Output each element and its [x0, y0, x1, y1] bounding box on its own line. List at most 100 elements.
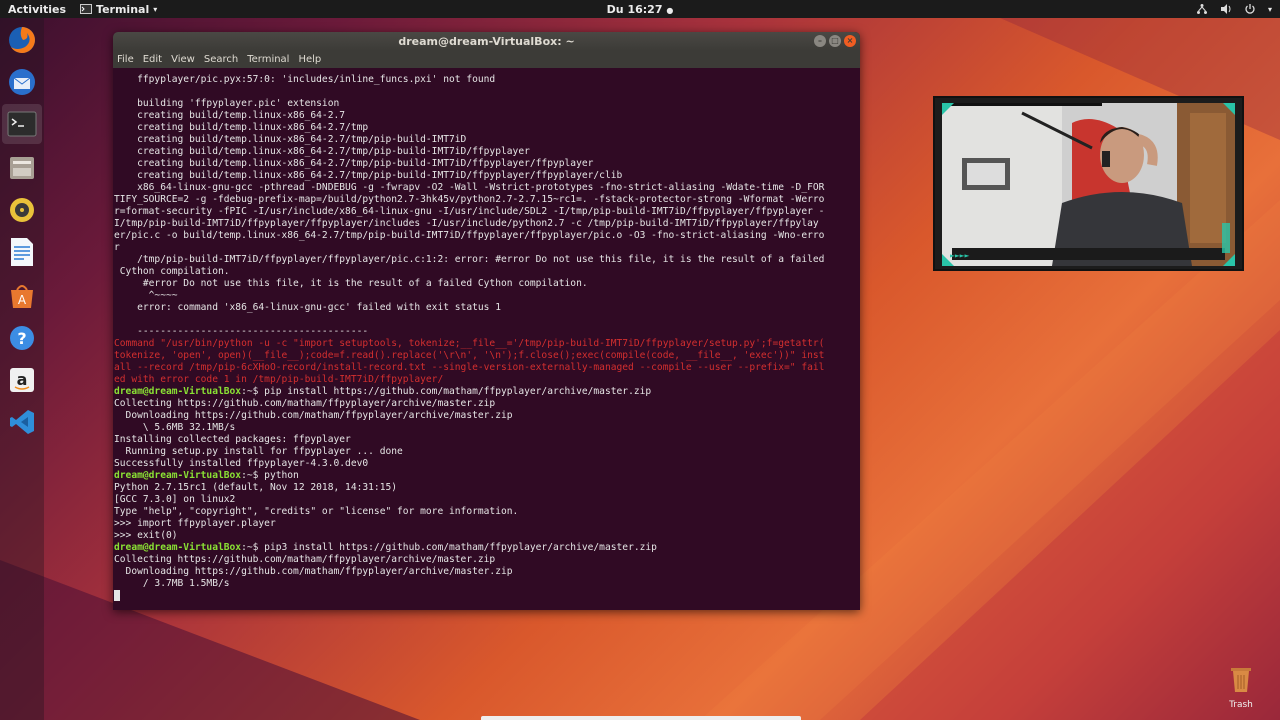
- terminal-line-text: Running setup.py install for ffpyplayer …: [114, 446, 403, 457]
- terminal-line: ffpyplayer/pic.pyx:57:0: 'includes/inlin…: [114, 74, 860, 86]
- terminal-line: #error Do not use this file, it is the r…: [114, 278, 860, 290]
- terminal-line: dream@dream-VirtualBox:~$ python: [114, 470, 860, 482]
- window-controls: – □ ×: [814, 35, 856, 47]
- terminal-line: Command "/usr/bin/python -u -c "import s…: [114, 338, 860, 350]
- menu-view[interactable]: View: [171, 54, 195, 65]
- terminal-line-text: all --record /tmp/pip-6cXHoO-record/inst…: [114, 362, 825, 373]
- minimize-button[interactable]: –: [814, 35, 826, 47]
- terminal-line: Installing collected packages: ffpyplaye…: [114, 434, 860, 446]
- terminal-app-icon: [80, 4, 93, 14]
- terminal-line: all --record /tmp/pip-6cXHoO-record/inst…: [114, 362, 860, 374]
- terminal-line: creating build/temp.linux-x86_64-2.7/tmp…: [114, 134, 860, 146]
- dock-item-thunderbird[interactable]: [6, 66, 38, 98]
- window-titlebar[interactable]: dream@dream-VirtualBox: ~ – □ ×: [113, 32, 860, 51]
- terminal-cursor-line: [114, 590, 860, 602]
- dock-item-writer[interactable]: [6, 236, 38, 268]
- chevron-down-icon: ▾: [153, 4, 158, 14]
- terminal-output[interactable]: ffpyplayer/pic.pyx:57:0: 'includes/inlin…: [113, 68, 860, 610]
- network-icon: [1196, 4, 1207, 14]
- system-tray[interactable]: ▾: [1196, 0, 1272, 18]
- terminal-line: Collecting https://github.com/matham/ffp…: [114, 554, 860, 566]
- terminal-line: Cython compilation.: [114, 266, 860, 278]
- app-menu-label: Terminal: [96, 2, 150, 16]
- terminal-line-text: ed with error code 1 in /tmp/pip-build-I…: [114, 374, 444, 385]
- terminal-line-text: TIFY_SOURCE=2 -g -fdebug-prefix-map=/bui…: [114, 194, 825, 205]
- terminal-line-text: Collecting https://github.com/matham/ffp…: [114, 398, 496, 409]
- terminal-line-text: Collecting https://github.com/matham/ffp…: [114, 554, 496, 565]
- firefox-icon: [9, 27, 35, 53]
- terminal-line-text: r=format-security -fPIC -I/usr/include/x…: [114, 206, 825, 217]
- terminal-line: ----------------------------------------: [114, 326, 860, 338]
- terminal-line: tokenize, 'open', open)(__file__);code=f…: [114, 350, 860, 362]
- dock-item-amazon[interactable]: a: [6, 364, 38, 396]
- terminal-line-text: r: [114, 242, 120, 253]
- activities-button[interactable]: Activities: [0, 3, 74, 16]
- terminal-menubar: File Edit View Search Terminal Help: [113, 51, 860, 68]
- webcam-overlay: ►►►►: [933, 96, 1244, 271]
- terminal-line: creating build/temp.linux-x86_64-2.7: [114, 110, 860, 122]
- terminal-line: Python 2.7.15rc1 (default, Nov 12 2018, …: [114, 482, 860, 494]
- terminal-line: error: command 'x86_64-linux-gnu-gcc' fa…: [114, 302, 860, 314]
- dock-item-files[interactable]: [6, 152, 38, 184]
- maximize-button[interactable]: □: [829, 35, 841, 47]
- terminal-line: building 'ffpyplayer.pic' extension: [114, 98, 860, 110]
- dock-item-firefox[interactable]: [6, 24, 38, 56]
- bottom-indicator: [481, 716, 801, 720]
- top-panel: Activities Terminal ▾ Du 16:27 ● ▾: [0, 0, 1280, 18]
- chevron-down-icon: ▾: [1267, 4, 1272, 14]
- thunderbird-icon: [9, 69, 35, 95]
- vscode-icon: [10, 410, 34, 434]
- terminal-line: [GCC 7.3.0] on linux2: [114, 494, 860, 506]
- terminal-window[interactable]: dream@dream-VirtualBox: ~ – □ × File Edi…: [113, 32, 860, 610]
- svg-text:?: ?: [17, 329, 26, 348]
- terminal-line: >>> exit(0): [114, 530, 860, 542]
- app-menu[interactable]: Terminal ▾: [74, 3, 157, 16]
- dock-item-vscode[interactable]: [6, 406, 38, 438]
- terminal-line-text: creating build/temp.linux-x86_64-2.7/tmp…: [114, 134, 467, 145]
- terminal-line: creating build/temp.linux-x86_64-2.7/tmp: [114, 122, 860, 134]
- close-button[interactable]: ×: [844, 35, 856, 47]
- software-center-icon: A: [11, 285, 33, 308]
- terminal-line-text: Installing collected packages: ffpyplaye…: [114, 434, 351, 445]
- terminal-line: Downloading https://github.com/matham/ff…: [114, 566, 860, 578]
- terminal-line: >>> import ffpyplayer.player: [114, 518, 860, 530]
- terminal-line-text: >>> import ffpyplayer.player: [114, 518, 276, 529]
- terminal-line-text: building 'ffpyplayer.pic' extension: [114, 98, 340, 109]
- terminal-line: I/tmp/pip-build-IMT7iD/ffpyplayer/ffpypl…: [114, 218, 860, 230]
- trash[interactable]: Trash: [1226, 664, 1256, 710]
- terminal-line: / 3.7MB 1.5MB/s: [114, 578, 860, 590]
- menu-help[interactable]: Help: [298, 54, 321, 65]
- terminal-line: ^~~~~: [114, 290, 860, 302]
- terminal-line-text: ----------------------------------------: [114, 326, 369, 337]
- terminal-line: \ 5.6MB 32.1MB/s: [114, 422, 860, 434]
- menu-terminal[interactable]: Terminal: [247, 54, 289, 65]
- menu-file[interactable]: File: [117, 54, 134, 65]
- terminal-line: creating build/temp.linux-x86_64-2.7/tmp…: [114, 170, 860, 182]
- terminal-line-text: creating build/temp.linux-x86_64-2.7/tmp…: [114, 146, 530, 157]
- terminal-line-text: creating build/temp.linux-x86_64-2.7: [114, 110, 346, 121]
- shell-prompt: dream@dream-VirtualBox: [114, 542, 242, 553]
- terminal-line: creating build/temp.linux-x86_64-2.7/tmp…: [114, 146, 860, 158]
- terminal-line-text: / 3.7MB 1.5MB/s: [114, 578, 230, 589]
- shell-prompt: dream@dream-VirtualBox: [114, 470, 242, 481]
- terminal-line-text: creating build/temp.linux-x86_64-2.7/tmp: [114, 122, 369, 133]
- dock-item-help[interactable]: ?: [6, 322, 38, 354]
- menu-edit[interactable]: Edit: [143, 54, 162, 65]
- terminal-line: Type "help", "copyright", "credits" or "…: [114, 506, 860, 518]
- dock-item-terminal[interactable]: [2, 104, 42, 144]
- dock-item-software[interactable]: A: [6, 280, 38, 312]
- libreoffice-writer-icon: [11, 238, 33, 266]
- dock-item-rhythmbox[interactable]: [6, 194, 38, 226]
- menu-search[interactable]: Search: [204, 54, 238, 65]
- terminal-line-text: :~$ pip3 install https://github.com/math…: [241, 542, 657, 553]
- terminal-line: er/pic.c -o build/temp.linux-x86_64-2.7/…: [114, 230, 860, 242]
- help-icon: ?: [10, 326, 34, 350]
- amazon-icon: a: [10, 368, 34, 392]
- terminal-line: x86_64-linux-gnu-gcc -pthread -DNDEBUG -…: [114, 182, 860, 194]
- terminal-line-text: :~$ python: [241, 470, 299, 481]
- clock-label[interactable]: Du 16:27: [607, 3, 663, 16]
- notification-dot-icon: ●: [666, 5, 674, 15]
- terminal-line: Successfully installed ffpyplayer-4.3.0.…: [114, 458, 860, 470]
